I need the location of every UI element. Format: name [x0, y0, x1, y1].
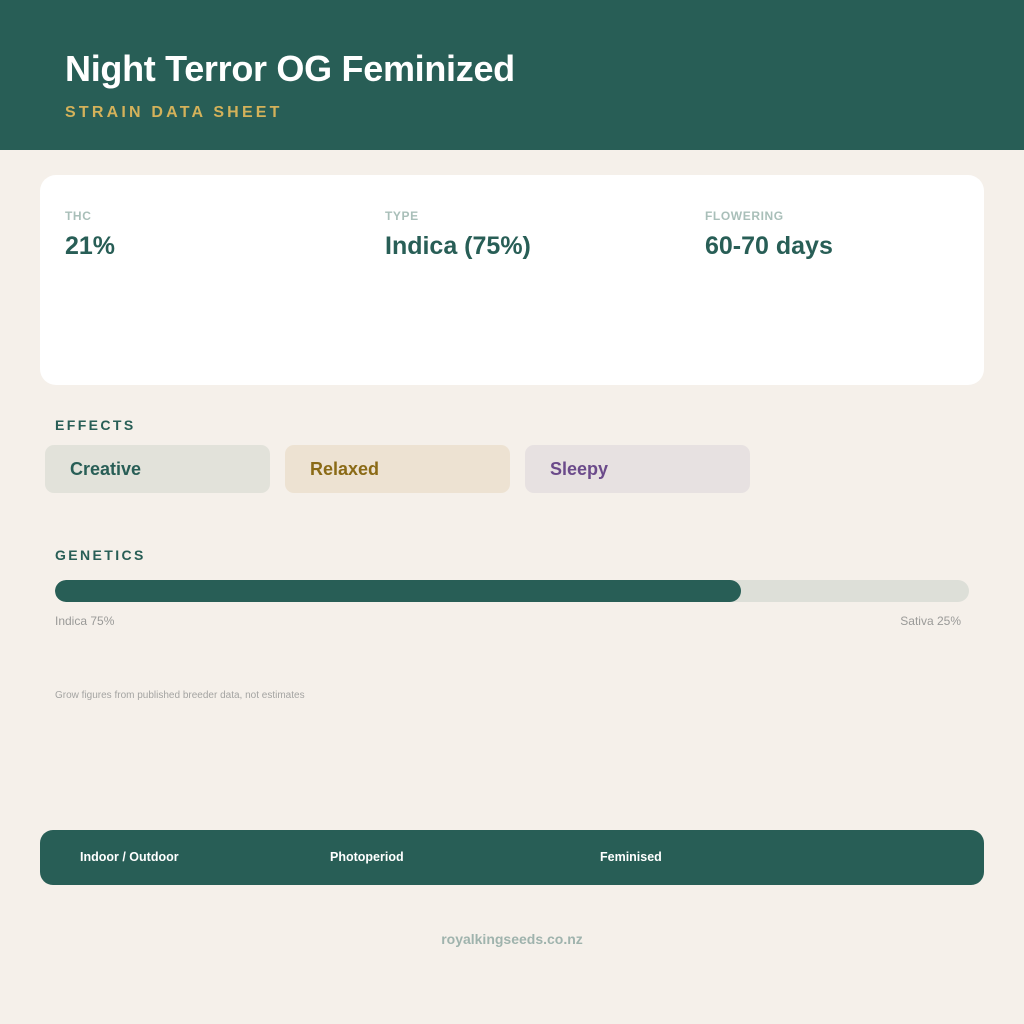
stat-flowering: FLOWERING 60-70 days — [705, 209, 833, 261]
stat-type-value: Indica (75%) — [385, 232, 531, 260]
stats-card: THC 21% TYPE Indica (75%) FLOWERING 60-7… — [40, 175, 984, 385]
feature-photoperiod: Photoperiod — [330, 850, 404, 864]
stat-type-label: TYPE — [385, 209, 419, 223]
genetics-bar-indica-fill — [55, 580, 741, 602]
genetics-bar — [55, 580, 969, 602]
effect-chip-relaxed: Relaxed — [285, 445, 510, 493]
page-title: Night Terror OG Feminized — [65, 48, 515, 89]
genetics-heading: GENETICS — [55, 547, 146, 563]
stat-type: TYPE Indica (75%) — [385, 209, 531, 261]
feature-feminised: Feminised — [600, 850, 662, 864]
page-subtitle: STRAIN DATA SHEET — [65, 104, 283, 121]
effect-chip-creative: Creative — [45, 445, 270, 493]
stat-flowering-value: 60-70 days — [705, 232, 833, 260]
stat-thc-value: 21% — [65, 232, 116, 260]
stat-thc-label: THC — [65, 209, 92, 223]
genetics-sativa-label: Sativa 25% — [900, 614, 961, 628]
feature-indoor-outdoor: Indoor / Outdoor — [80, 850, 179, 864]
stat-thc: THC 21% — [65, 209, 115, 261]
header-banner: Night Terror OG Feminized STRAIN DATA SH… — [0, 0, 1024, 150]
effects-heading: EFFECTS — [55, 417, 136, 433]
data-source-note: Grow figures from published breeder data… — [55, 690, 305, 701]
genetics-indica-label: Indica 75% — [55, 614, 115, 628]
footer-features-bar: Indoor / Outdoor Photoperiod Feminised — [40, 830, 984, 885]
effect-chip-sleepy: Sleepy — [525, 445, 750, 493]
site-url: royalkingseeds.co.nz — [441, 931, 583, 947]
stat-flowering-label: FLOWERING — [705, 209, 784, 223]
